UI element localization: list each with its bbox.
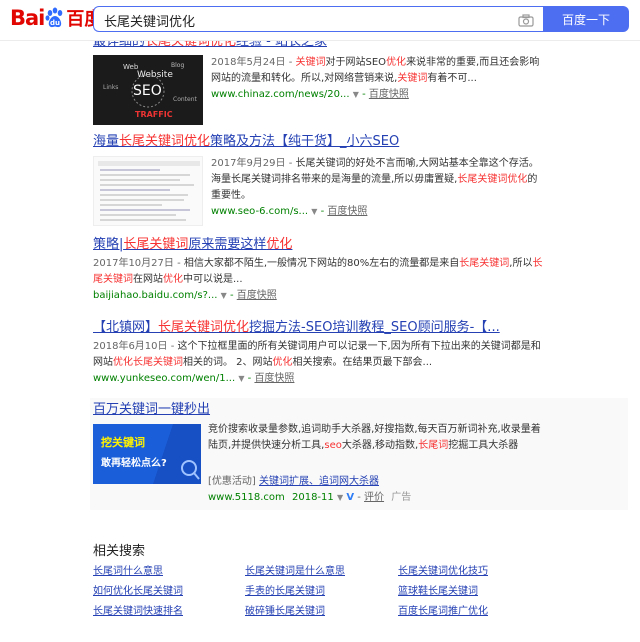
result-item: 【北镇网】长尾关键词优化挖掘方法-SEO培训教程_SEO顾问服务-【... 20… (93, 319, 548, 387)
dropdown-arrow-icon[interactable]: ▼ (238, 374, 244, 383)
thumb-word: Links (103, 84, 118, 91)
thumb-word: Website (137, 70, 173, 80)
result-url-line: www.yunkeseo.com/wen/1... ▼ - 百度快照 (93, 373, 295, 384)
search-button[interactable]: 百度一下 (543, 6, 629, 32)
related-link[interactable]: 长尾关键词快速排名 (93, 602, 183, 617)
result-abstract: 2018年5月24日 - 关键词对于网站SEO优化来说非常的重要,而且还会影响网… (211, 57, 540, 84)
thumb-word: TRAFFIC (135, 110, 173, 119)
result-date: 2018年6月10日 - (93, 341, 178, 352)
result-url-line: www.chinaz.com/news/20... ▼ - 百度快照 (211, 89, 409, 100)
ad-url[interactable]: www.5118.com (208, 492, 285, 503)
paw-icon: du (45, 7, 65, 29)
dropdown-arrow-icon[interactable]: ▼ (353, 90, 359, 99)
related-link[interactable]: 长尾关键词优化技巧 (398, 562, 488, 577)
related-link[interactable]: 如何优化长尾关键词 (93, 582, 183, 597)
ad-title[interactable]: 百万关键词一键秒出 (93, 401, 210, 418)
related-heading: 相关搜索 (93, 544, 146, 559)
header: Bai du 百度 百度一下 (0, 0, 640, 41)
result-date: 2017年9月29日 - (211, 158, 296, 169)
ad-sub-link[interactable]: 关键词扩展、追词网大杀器 (259, 476, 379, 487)
snapshot-link[interactable]: 百度快照 (327, 206, 367, 217)
search-input[interactable] (102, 8, 506, 32)
svg-text:du: du (50, 19, 60, 27)
ad-sub-prefix: [优惠活动] (208, 476, 256, 487)
ad-tag: 广告 (391, 492, 412, 503)
rating-link[interactable]: 评价 (364, 492, 384, 503)
dropdown-arrow-icon[interactable]: ▼ (311, 207, 317, 216)
title-highlight: 长尾关键词 (123, 237, 189, 252)
ad-url-line: www.5118.com 2018-11 ▼ V - 评价 广告 (208, 492, 412, 503)
thumb-word: Blog (171, 62, 184, 69)
baidu-logo[interactable]: Bai du 百度 (10, 5, 102, 31)
result-title[interactable]: 【北镇网】长尾关键词优化挖掘方法-SEO培训教程_SEO顾问服务-【... (93, 319, 548, 336)
result-url[interactable]: baijiahao.baidu.com/s?... (93, 290, 217, 301)
result-item: 海量长尾关键词优化策略及方法【纯干货】_小六SEO 2017年9月29日 - 长… (93, 133, 546, 226)
result-title[interactable]: 海量长尾关键词优化策略及方法【纯干货】_小六SEO (93, 133, 546, 150)
result-date: 2017年10月27日 - (93, 258, 184, 269)
dropdown-arrow-icon[interactable]: ▼ (337, 493, 343, 502)
ad-banner[interactable]: 挖关键词 敢再轻松点么? (93, 424, 201, 484)
result-date: 2018年5月24日 - (211, 57, 296, 68)
banner-line-1: 挖关键词 (101, 436, 145, 449)
dropdown-arrow-icon[interactable]: ▼ (221, 291, 227, 300)
title-part: 【北镇网】 (93, 320, 159, 335)
title-highlight: 长尾关键词优化 (158, 320, 250, 335)
result-abstract: 2017年10月27日 - 相信大家都不陌生,一般情况下网站的80%左右的流量都… (93, 258, 543, 285)
snapshot-link[interactable]: 百度快照 (237, 290, 277, 301)
related-link[interactable]: 长尾关键词是什么意思 (245, 562, 345, 577)
related-link[interactable]: 百度长尾词推广优化 (398, 602, 488, 617)
banner-line-2: 敢再轻松点么? (101, 458, 167, 469)
ad-abstract: 竞价搜索收录量参数,追词助手大杀器,好搜指数,每天百万新词补充,收录量着陆页,并… (208, 424, 541, 451)
title-part: 策略及方法【纯干货】_小六SEO (210, 134, 400, 149)
result-item: 策略|长尾关键词原来需要这样优化 2017年10月27日 - 相信大家都不陌生,… (93, 236, 543, 304)
title-part: 策略| (93, 237, 124, 252)
ad-sublinks: [优惠活动] 关键词扩展、追词网大杀器 (208, 472, 379, 487)
related-link[interactable]: 长尾词什么意思 (93, 562, 163, 577)
related-link[interactable]: 手表的长尾关键词 (245, 582, 325, 597)
result-url-line: baijiahao.baidu.com/s?... ▼ - 百度快照 (93, 290, 277, 301)
result-title[interactable]: 策略|长尾关键词原来需要这样优化 (93, 236, 543, 253)
title-part: 海量 (93, 134, 120, 149)
title-part: 原来需要这样 (188, 237, 267, 252)
title-highlight: 优化 (266, 237, 293, 252)
logo-text-bai: Bai (10, 6, 45, 30)
result-url-line: www.seo-6.com/s... ▼ - 百度快照 (211, 206, 368, 217)
result-thumbnail[interactable]: Web Website Blog SEO TRAFFIC Links Conte… (93, 55, 203, 125)
title-highlight: 长尾关键词优化 (119, 134, 211, 149)
verified-icon[interactable]: V (346, 492, 354, 503)
ad-block: 百万关键词一键秒出 挖关键词 敢再轻松点么? 竞价搜索收录量参数,追词助手大杀器… (90, 398, 628, 510)
thumb-word: SEO (133, 83, 162, 99)
result-url[interactable]: www.chinaz.com/news/20... (211, 89, 350, 100)
title-part: 挖掘方法-SEO培训教程_SEO顾问服务-【... (249, 320, 500, 335)
result-thumbnail[interactable] (93, 156, 203, 226)
related-link[interactable]: 篮球鞋长尾关键词 (398, 582, 478, 597)
thumb-word: Content (173, 96, 198, 103)
result-abstract: 2018年6月10日 - 这个下拉框里面的所有关键词用户可以记录一下,因为所有下… (93, 341, 541, 368)
ad-date: 2018-11 (291, 492, 334, 503)
result-item: 最详细的长尾关键词优化经验 - 站长之家 Web Website Blog SE… (93, 33, 546, 125)
snapshot-link[interactable]: 百度快照 (369, 89, 409, 100)
result-abstract: 2017年9月29日 - 长尾关键词的好处不言而喻,大网站基本全靠这个存活。海量… (211, 158, 539, 201)
result-url[interactable]: www.yunkeseo.com/wen/1... (93, 373, 235, 384)
snapshot-link[interactable]: 百度快照 (254, 373, 294, 384)
related-link[interactable]: 破碎锤长尾关键词 (245, 602, 325, 617)
search-box (93, 6, 543, 32)
related-searches: 相关搜索 长尾词什么意思 长尾关键词是什么意思 长尾关键词优化技巧 如何优化长尾… (93, 540, 488, 617)
camera-icon[interactable] (518, 12, 534, 27)
result-url[interactable]: www.seo-6.com/s... (211, 206, 308, 217)
